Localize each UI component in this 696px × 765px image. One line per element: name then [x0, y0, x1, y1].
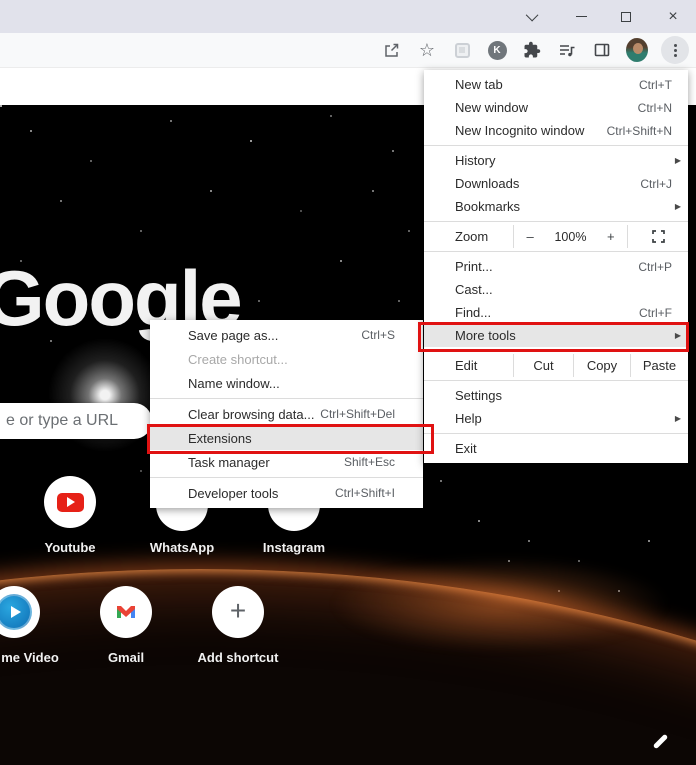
submenu-arrow-icon: ▶	[674, 414, 681, 423]
menu-item-print[interactable]: Print... Ctrl+P	[424, 255, 688, 278]
copy-button[interactable]: Copy	[574, 358, 630, 373]
submenu-arrow-icon: ▶	[674, 156, 681, 165]
side-panel-icon[interactable]	[591, 39, 613, 61]
browser-window: × ☆ K Google e or type a URL Youtube Wha…	[0, 0, 696, 765]
maximize-button[interactable]	[611, 0, 641, 33]
separator	[150, 477, 423, 478]
youtube-icon	[56, 492, 84, 512]
menu-item-new-incognito-window[interactable]: New Incognito window Ctrl+Shift+N	[424, 119, 688, 142]
submenu-arrow-icon: ▶	[674, 331, 681, 340]
menu-item-downloads[interactable]: Downloads Ctrl+J	[424, 172, 688, 195]
shortcut-label: Add shortcut	[197, 650, 279, 665]
menu-item-find[interactable]: Find... Ctrl+F	[424, 301, 688, 324]
menu-item-bookmarks[interactable]: Bookmarks ▶	[424, 195, 688, 218]
menu-item-new-window[interactable]: New window Ctrl+N	[424, 96, 688, 119]
horizon-glow	[330, 557, 670, 652]
separator	[150, 398, 423, 399]
menu-item-history[interactable]: History ▶	[424, 149, 688, 172]
more-tools-submenu: Save page as... Ctrl+S Create shortcut..…	[150, 320, 423, 508]
close-button[interactable]: ×	[658, 0, 688, 33]
menu-item-exit[interactable]: Exit	[424, 437, 688, 460]
shortcut-label: Instagram	[262, 540, 326, 555]
chrome-main-menu: New tab Ctrl+T New window Ctrl+N New Inc…	[424, 70, 688, 463]
separator	[424, 350, 688, 351]
shortcut-label: Youtube	[44, 540, 96, 555]
menu-item-more-tools[interactable]: More tools ▶	[424, 324, 688, 347]
titlebar: ×	[0, 0, 696, 33]
gmail-icon	[117, 606, 135, 618]
menu-item-cast[interactable]: Cast...	[424, 278, 688, 301]
plus-icon: +	[229, 594, 247, 626]
prime-video-icon	[0, 594, 32, 630]
separator	[424, 145, 688, 146]
submenu-arrow-icon: ▶	[674, 202, 681, 211]
cut-button[interactable]: Cut	[514, 358, 573, 373]
menu-item-create-shortcut: Create shortcut...	[188, 351, 288, 367]
kebab-menu-icon[interactable]	[661, 36, 689, 64]
paste-button[interactable]: Paste	[631, 358, 688, 373]
zoom-label: Zoom	[455, 229, 489, 244]
zoom-in-button[interactable]: +	[603, 229, 619, 244]
fullscreen-button[interactable]	[628, 230, 688, 243]
zoom-out-button[interactable]: –	[522, 229, 538, 244]
menu-item-name-window[interactable]: Name window...	[150, 371, 423, 395]
menu-zoom-row: Zoom – 100% +	[424, 225, 688, 248]
shortcut-youtube[interactable]	[44, 476, 96, 528]
separator	[424, 251, 688, 252]
media-queue-icon[interactable]	[556, 39, 578, 61]
toolbar: ☆ K	[0, 33, 696, 68]
menu-item-developer-tools[interactable]: Developer tools Ctrl+Shift+I	[150, 481, 423, 505]
puzzle-icon[interactable]	[521, 39, 543, 61]
chevron-down-icon[interactable]	[518, 0, 548, 33]
menu-item-extensions[interactable]: Extensions	[150, 426, 423, 450]
minimize-button[interactable]	[566, 0, 596, 33]
shortcut-label: WhatsApp	[149, 540, 215, 555]
shortcut-label: Gmail	[107, 650, 145, 665]
menu-item-new-tab[interactable]: New tab Ctrl+T	[424, 73, 688, 96]
fullscreen-icon	[651, 230, 665, 243]
add-shortcut-button[interactable]: +	[212, 586, 264, 638]
separator	[424, 433, 688, 434]
share-icon[interactable]	[381, 39, 403, 61]
avatar[interactable]	[626, 38, 648, 62]
separator	[424, 380, 688, 381]
shortcut-gmail[interactable]	[100, 586, 152, 638]
menu-item-help[interactable]: Help ▶	[424, 407, 688, 430]
edit-label: Edit	[455, 358, 478, 373]
menu-item-task-manager[interactable]: Task manager Shift+Esc	[150, 450, 423, 474]
extension-muted-icon[interactable]	[451, 39, 473, 61]
menu-edit-row: Edit Cut Copy Paste	[424, 354, 688, 377]
search-input[interactable]: e or type a URL	[0, 403, 152, 439]
menu-item-save-page-as[interactable]: Save page as... Ctrl+S	[150, 323, 423, 347]
menu-item-settings[interactable]: Settings	[424, 384, 688, 407]
search-text: e or type a URL	[6, 412, 119, 429]
zoom-value: 100%	[554, 229, 587, 244]
k-badge-icon[interactable]: K	[486, 39, 508, 61]
close-icon: ×	[668, 7, 678, 25]
stars-decoration	[0, 105, 2, 107]
separator	[424, 221, 688, 222]
menu-item-clear-browsing-data[interactable]: Clear browsing data... Ctrl+Shift+Del	[150, 402, 423, 426]
bookmark-star-icon[interactable]: ☆	[416, 39, 438, 61]
